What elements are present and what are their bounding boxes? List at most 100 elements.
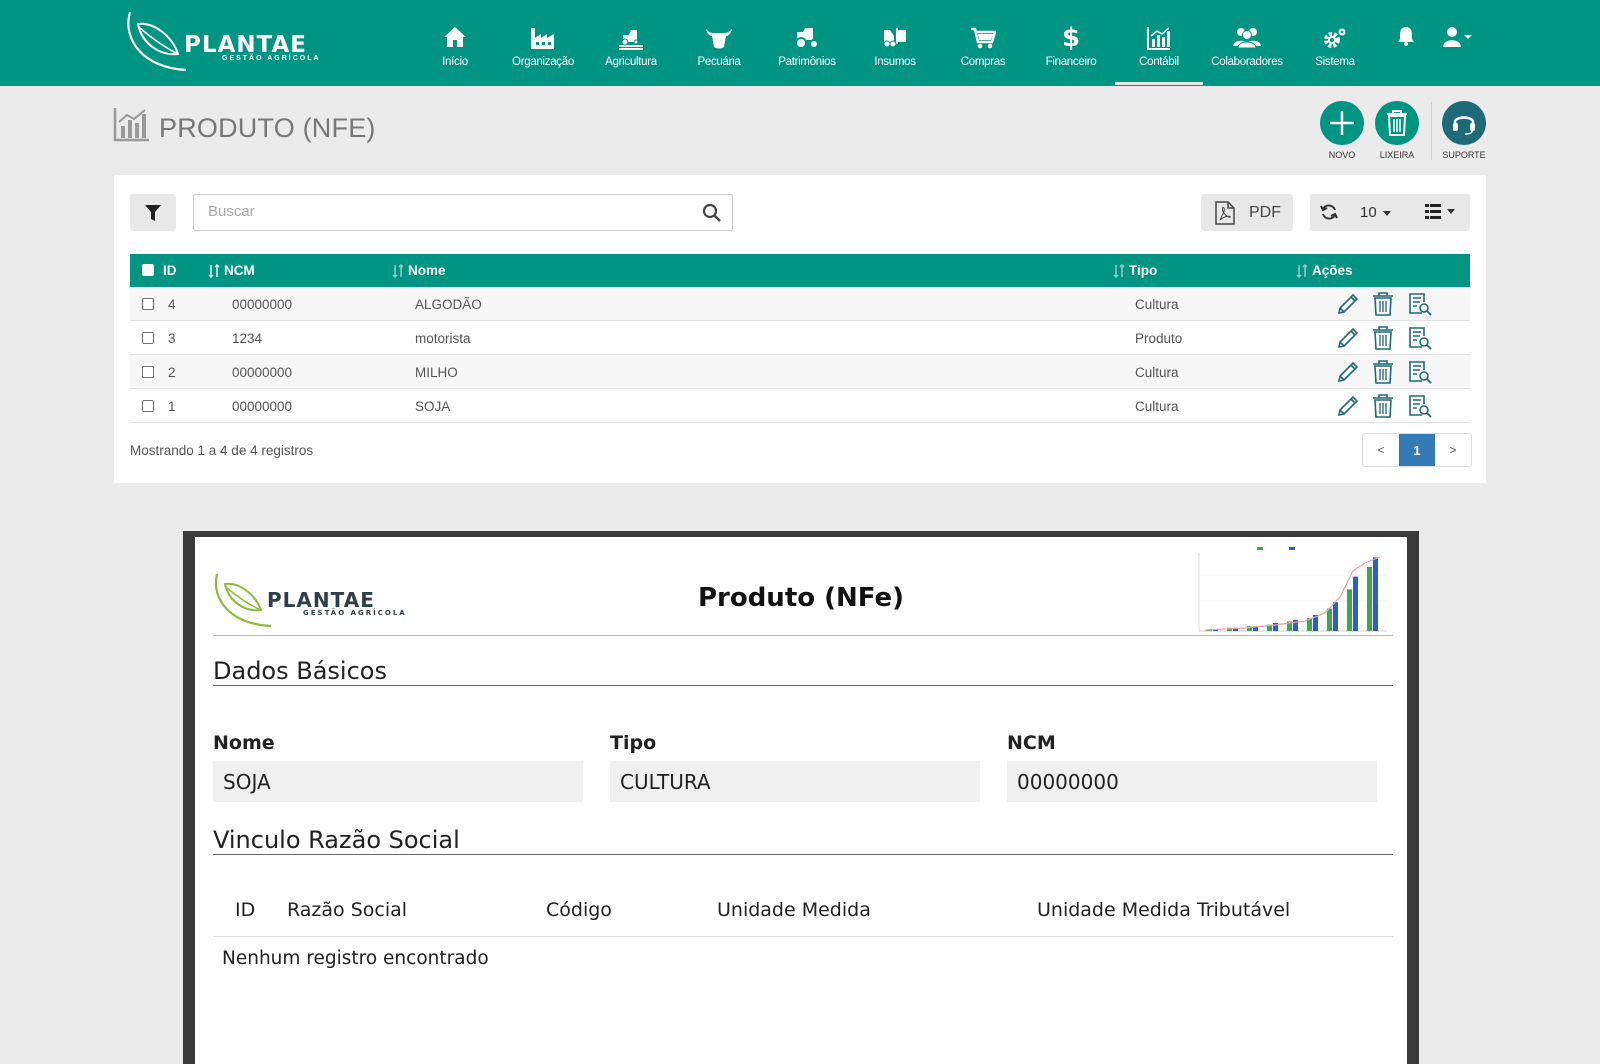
section-rule (213, 685, 1393, 686)
tractor-field-icon (619, 30, 643, 50)
pdf-label: PDF (1249, 203, 1281, 221)
report-header-rule (213, 635, 1393, 636)
report-col-unidade-medida: Unidade Medida (717, 899, 871, 921)
support-button[interactable] (1442, 101, 1486, 145)
row-tipo: Cultura (1135, 399, 1179, 414)
pagination: < 1 > (1362, 433, 1472, 467)
user-menu-button[interactable] (1438, 26, 1478, 56)
nav-label: Agricultura (605, 56, 657, 68)
chevron-down-icon (1464, 35, 1472, 39)
row-checkbox[interactable] (142, 366, 154, 378)
select-all-checkbox[interactable] (142, 264, 154, 276)
pdf-export-button[interactable]: PDF (1201, 194, 1293, 231)
chevron-down-icon (1382, 210, 1391, 216)
thumbnail-bar (1367, 567, 1372, 631)
delete-icon[interactable] (1372, 292, 1394, 316)
column-nome[interactable]: Nome (392, 263, 446, 278)
column-ncm[interactable]: NCM (208, 263, 255, 278)
trash-icon (1387, 110, 1407, 136)
report-decorative-chart (1198, 547, 1387, 632)
table-row: 1 00000000 SOJA Cultura (130, 389, 1470, 423)
logo-subtitle: GESTÃO AGRÍCOLA (222, 55, 321, 62)
row-id: 2 (168, 365, 176, 380)
sort-icon (1296, 263, 1308, 278)
row-tipo: Cultura (1135, 365, 1179, 380)
chevron-down-icon (1447, 209, 1455, 214)
field-ncm: 00000000 (1007, 761, 1377, 802)
plantae-logo[interactable]: PLANTAE GESTÃO AGRÍCOLA (124, 10, 334, 76)
row-checkbox[interactable] (142, 298, 154, 310)
row-checkbox[interactable] (142, 400, 154, 412)
report-col-codigo: Código (546, 899, 612, 921)
refresh-icon[interactable] (1320, 203, 1338, 221)
section-vinculo: Vinculo Razão Social (213, 826, 460, 854)
new-button[interactable] (1320, 101, 1364, 145)
page-size-dropdown[interactable]: 10 (1360, 204, 1391, 221)
column-id[interactable]: ID (163, 263, 177, 278)
report-col-id: ID (235, 899, 256, 921)
column-acoes[interactable]: Ações (1296, 263, 1353, 278)
prev-page-button[interactable]: < (1363, 434, 1399, 466)
view-details-icon[interactable] (1408, 360, 1432, 384)
delete-icon[interactable] (1372, 326, 1394, 350)
page-button-current[interactable]: 1 (1399, 434, 1435, 466)
nav-pecuaria[interactable]: Pecuária (675, 0, 763, 86)
nav-colaboradores[interactable]: Colaboradores (1203, 0, 1291, 86)
label-tipo: Tipo (610, 732, 657, 754)
delete-icon[interactable] (1372, 360, 1394, 384)
pdf-preview-document: PLANTAE GESTÃO AGRÍCOLA Produto (NFe) Da… (195, 537, 1407, 1064)
view-details-icon[interactable] (1408, 394, 1432, 418)
nav-inicio[interactable]: Início (411, 0, 499, 86)
row-nome: MILHO (415, 365, 458, 380)
search-input[interactable] (208, 195, 688, 228)
edit-icon[interactable] (1336, 394, 1360, 418)
nav-label: Colaboradores (1211, 56, 1283, 68)
new-label: NOVO (1328, 150, 1356, 160)
nav-financeiro[interactable]: $ Financeiro (1027, 0, 1115, 86)
nav-insumos[interactable]: Insumos (851, 0, 939, 86)
row-id: 4 (168, 297, 176, 312)
sort-icon (208, 263, 220, 278)
users-icon (1233, 28, 1261, 48)
field-nome: SOJA (213, 761, 583, 802)
trash-bin-label: LIXEIRA (1379, 150, 1415, 160)
delete-icon[interactable] (1372, 394, 1394, 418)
row-nome: ALGODÃO (415, 297, 482, 312)
records-summary: Mostrando 1 a 4 de 4 registros (130, 443, 314, 458)
thumbnail-bar (1373, 557, 1378, 631)
row-checkbox[interactable] (142, 332, 154, 344)
edit-icon[interactable] (1336, 360, 1360, 384)
nav-label: Organização (512, 56, 574, 68)
thumbnail-bar (1347, 589, 1352, 631)
search-icon[interactable] (702, 203, 722, 223)
trash-bin-button[interactable] (1375, 101, 1419, 145)
thumbnail-bar (1333, 602, 1338, 631)
nav-label: Financeiro (1045, 56, 1097, 68)
notifications-button[interactable] (1386, 26, 1426, 56)
user-icon (1443, 27, 1472, 47)
header-divider (1431, 102, 1432, 160)
columns-dropdown[interactable] (1425, 204, 1455, 219)
nav-agricultura[interactable]: Agricultura (587, 0, 675, 86)
next-page-button[interactable]: > (1435, 434, 1471, 466)
nav-label: Sistema (1315, 56, 1355, 68)
nav-organizacao[interactable]: Organização (499, 0, 587, 86)
filter-button[interactable] (130, 194, 176, 231)
table-header: ID NCM Nome Tipo Ações (130, 254, 1470, 287)
column-tipo[interactable]: Tipo (1113, 263, 1157, 278)
view-details-icon[interactable] (1408, 326, 1432, 350)
nav-sistema[interactable]: Sistema (1291, 0, 1379, 86)
products-panel: PDF 10 ID NCM Nome Tipo Ações (114, 175, 1486, 483)
nav-contabil[interactable]: Contábil (1115, 0, 1203, 86)
page-size-value: 10 (1360, 204, 1377, 221)
thumbnail-bar (1353, 576, 1358, 631)
edit-icon[interactable] (1336, 292, 1360, 316)
nav-label: Patrimônios (778, 56, 836, 68)
plus-icon (1330, 111, 1354, 135)
edit-icon[interactable] (1336, 326, 1360, 350)
nav-patrimonios[interactable]: Patrimônios (763, 0, 851, 86)
nav-compras[interactable]: Compras (939, 0, 1027, 86)
row-ncm: 00000000 (232, 297, 293, 312)
view-details-icon[interactable] (1408, 292, 1432, 316)
bell-icon (1398, 27, 1414, 46)
